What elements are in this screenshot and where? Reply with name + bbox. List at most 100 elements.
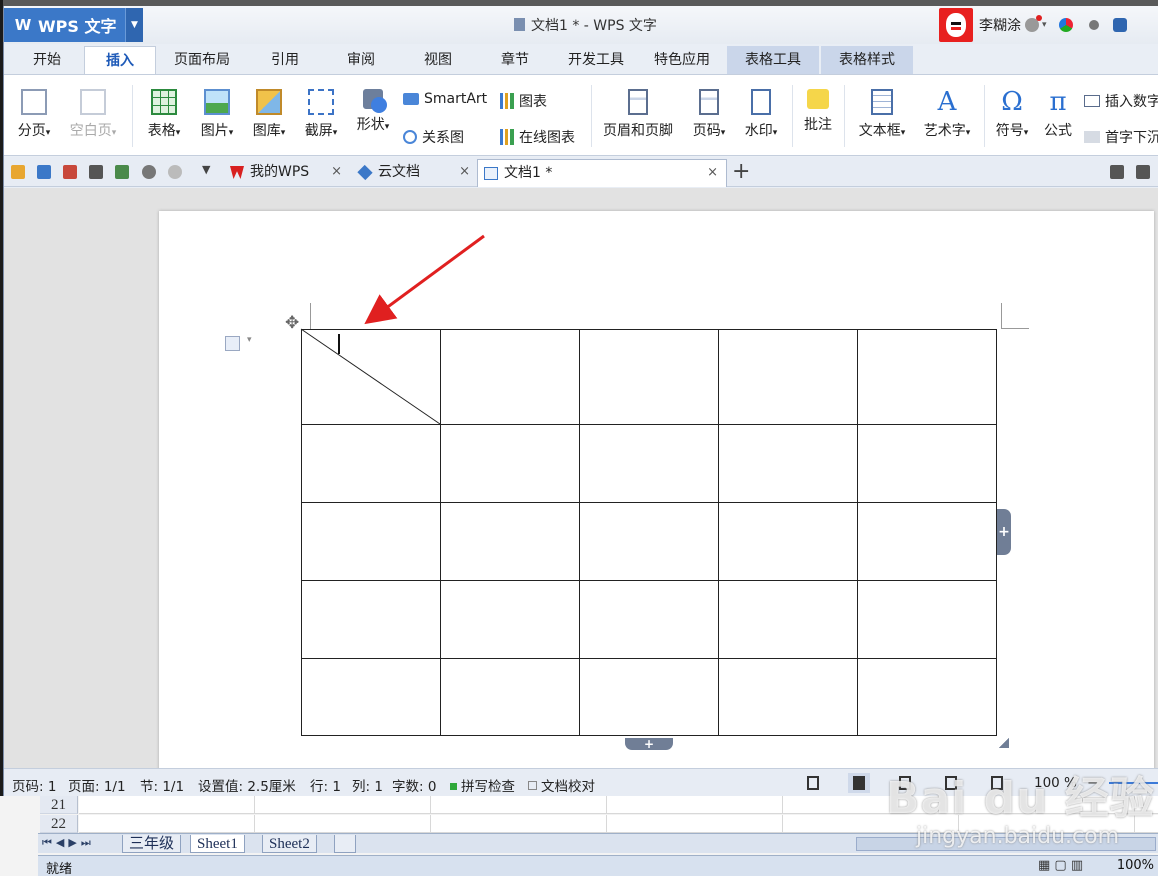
blank-page-button[interactable]: 空白页▾ xyxy=(64,89,122,140)
table-cell[interactable] xyxy=(857,424,997,503)
paragraph-layout-dropdown-icon[interactable]: ▾ xyxy=(247,335,252,345)
table-cell[interactable] xyxy=(301,424,441,503)
tab-view[interactable]: 视图 xyxy=(403,46,473,74)
page-view-button[interactable] xyxy=(848,773,870,793)
doc-proof-toggle[interactable]: 文档校对 xyxy=(528,775,595,795)
tab-insert[interactable]: 插入 xyxy=(84,46,156,74)
watermark-button[interactable]: 水印▾ xyxy=(738,89,784,140)
outline-view-button[interactable] xyxy=(894,773,916,793)
table-cell[interactable] xyxy=(440,329,580,425)
table-cell[interactable] xyxy=(718,329,858,425)
sheet-tab[interactable]: 三年级 xyxy=(122,835,182,853)
user-name[interactable]: 李糊涂 xyxy=(979,15,1021,35)
table-cell[interactable] xyxy=(857,580,997,659)
table-cell[interactable] xyxy=(301,658,441,736)
tab-references[interactable]: 引用 xyxy=(250,46,320,74)
table-cell[interactable] xyxy=(579,424,719,503)
close-icon[interactable]: × xyxy=(331,159,342,185)
header-footer-button[interactable]: 页眉和页脚 xyxy=(600,89,676,140)
document-page[interactable]: ✥ ▾ + + xyxy=(159,211,1154,768)
tab-cloud-docs[interactable]: 云文档 × xyxy=(352,159,478,187)
print-icon[interactable] xyxy=(89,165,103,179)
drop-cap-button[interactable]: 首字下沉 xyxy=(1084,127,1158,147)
zoom-slider[interactable] xyxy=(1109,782,1158,784)
table-cell[interactable] xyxy=(579,580,719,659)
table-cell[interactable] xyxy=(440,502,580,581)
sidebar-toggle-icon[interactable] xyxy=(1110,165,1124,179)
save-icon[interactable] xyxy=(37,165,51,179)
app-menu-button[interactable]: W WPS 文字 ▼ xyxy=(4,8,143,42)
table-cell[interactable] xyxy=(718,580,858,659)
undo-icon[interactable] xyxy=(142,165,156,179)
excel-zoom-level[interactable]: 100% xyxy=(1117,858,1154,873)
sheet-nav-arrows[interactable]: ⏮◀▶⏭ xyxy=(42,836,95,850)
table-cell[interactable] xyxy=(718,502,858,581)
zoom-level[interactable]: 100 % xyxy=(1034,775,1077,791)
add-column-button[interactable]: + xyxy=(997,509,1011,555)
table-move-icon[interactable]: ✥ xyxy=(285,313,299,333)
insert-number-button[interactable]: 插入数字 xyxy=(1084,91,1158,111)
table-cell[interactable] xyxy=(718,658,858,736)
page-number-button[interactable]: 页码▾ xyxy=(686,89,732,140)
print-preview-icon[interactable] xyxy=(115,165,129,179)
web-view-button[interactable] xyxy=(940,773,962,793)
table-cell[interactable] xyxy=(579,329,719,425)
table-cell[interactable] xyxy=(440,580,580,659)
gallery-button[interactable]: 图库▾ xyxy=(246,89,292,140)
table-cell[interactable] xyxy=(857,502,997,581)
user-level-icon[interactable] xyxy=(1025,15,1042,32)
tab-table-tools[interactable]: 表格工具 xyxy=(727,46,819,74)
spell-check-toggle[interactable]: 拼写检查 xyxy=(450,775,515,795)
picture-button[interactable]: 图片▾ xyxy=(194,89,240,140)
tab-chapter[interactable]: 章节 xyxy=(480,46,550,74)
status-pages[interactable]: 页面: 1/1 xyxy=(68,775,126,795)
status-page-code[interactable]: 页码: 1 xyxy=(12,775,56,795)
close-icon[interactable]: × xyxy=(459,159,470,185)
excel-view-buttons[interactable]: ▦ ▢ ▥ xyxy=(1038,858,1083,873)
zoom-out-button[interactable]: − xyxy=(1087,775,1098,791)
tab-my-wps[interactable]: 我的WPS × xyxy=(224,159,350,187)
formula-button[interactable]: π 公式 xyxy=(1040,89,1076,140)
tab-home[interactable]: 开始 xyxy=(12,46,82,74)
online-chart-button[interactable]: 在线图表 xyxy=(500,127,575,147)
document-workspace[interactable]: ✥ ▾ + + xyxy=(4,188,1158,768)
tab-document1[interactable]: 文档1 * × xyxy=(477,159,727,187)
close-icon[interactable]: × xyxy=(707,160,718,186)
avatar[interactable] xyxy=(939,8,973,42)
table-cell[interactable] xyxy=(301,502,441,581)
horizontal-scrollbar[interactable] xyxy=(856,837,1156,851)
page-break-button[interactable]: 分页▾ xyxy=(12,89,56,140)
symbol-button[interactable]: Ω 符号▾ xyxy=(990,89,1034,140)
status-setting[interactable]: 设置值: 2.5厘米 xyxy=(198,775,296,795)
screenshot-button[interactable]: 截屏▾ xyxy=(298,89,344,140)
tab-table-style[interactable]: 表格样式 xyxy=(821,46,913,74)
chart-button[interactable]: 图表 xyxy=(500,91,547,111)
user-dropdown-icon[interactable]: ▾ xyxy=(1042,20,1047,30)
export-pdf-icon[interactable] xyxy=(63,165,77,179)
reading-view-button[interactable] xyxy=(986,773,1008,793)
redo-icon[interactable] xyxy=(168,165,182,179)
table-cell[interactable] xyxy=(857,329,997,425)
smartart-button[interactable]: SmartArt xyxy=(403,91,487,107)
table-cell[interactable] xyxy=(579,502,719,581)
status-section[interactable]: 节: 1/1 xyxy=(140,775,184,795)
add-row-button[interactable]: + xyxy=(625,738,673,750)
app-menu-dropdown-icon[interactable]: ▼ xyxy=(125,8,143,42)
skin-icon[interactable] xyxy=(1058,18,1073,32)
table-cell[interactable] xyxy=(579,658,719,736)
paragraph-layout-icon[interactable] xyxy=(225,336,240,351)
document-roaming-icon[interactable] xyxy=(1112,18,1127,32)
feedback-icon[interactable] xyxy=(1136,165,1150,179)
open-icon[interactable] xyxy=(11,165,25,179)
table-cell[interactable] xyxy=(440,658,580,736)
table-resize-handle[interactable] xyxy=(999,738,1009,748)
quick-access-dropdown-icon[interactable]: ▼ xyxy=(202,163,210,176)
tab-page-layout[interactable]: 页面布局 xyxy=(159,46,245,74)
new-sheet-icon[interactable] xyxy=(334,835,356,853)
table-button[interactable]: 表格▾ xyxy=(141,89,187,140)
table-cell[interactable] xyxy=(301,580,441,659)
new-tab-icon[interactable]: + xyxy=(732,159,750,185)
settings-icon[interactable] xyxy=(1088,20,1099,30)
sheet-tab[interactable]: Sheet2 xyxy=(262,835,317,853)
tab-special[interactable]: 特色应用 xyxy=(642,46,722,74)
